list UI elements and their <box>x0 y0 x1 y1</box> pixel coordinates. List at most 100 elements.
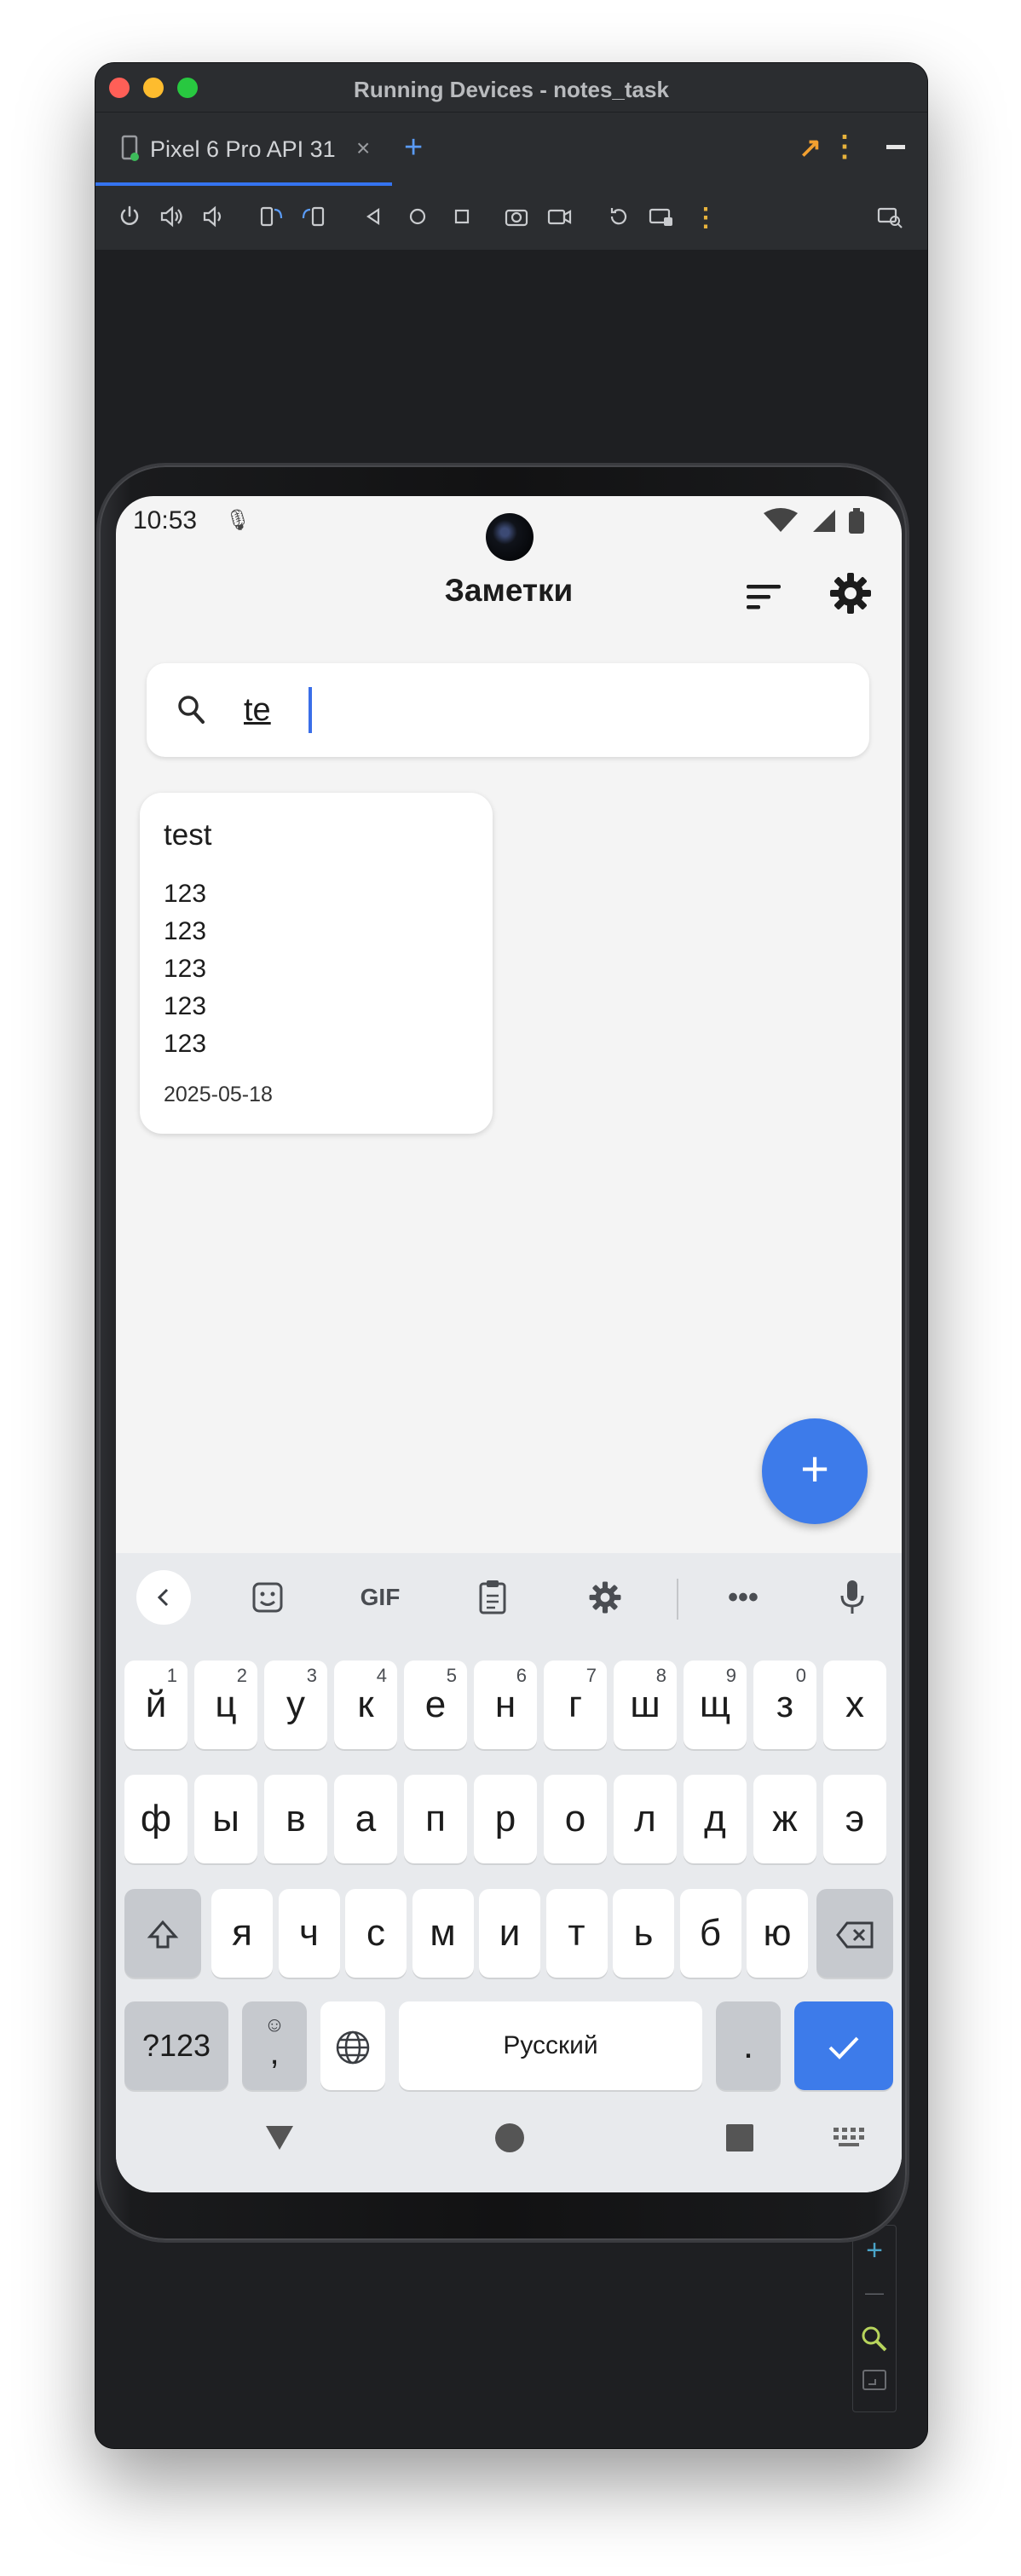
zoom-out-button[interactable]: — <box>853 2282 896 2304</box>
symbols-key[interactable]: ?123 <box>124 2001 228 2090</box>
backspace-key[interactable] <box>816 1889 893 1978</box>
note-content-line: 123 <box>164 917 207 945</box>
key-label: н <box>494 1684 516 1725</box>
key[interactable]: а <box>334 1775 397 1863</box>
add-device-tab-button[interactable]: + <box>404 130 423 166</box>
key[interactable]: э <box>823 1775 886 1863</box>
key[interactable]: ы <box>194 1775 257 1863</box>
period-key[interactable]: . <box>716 2001 781 2090</box>
screen-record-icon[interactable] <box>545 203 573 230</box>
key[interactable]: я <box>211 1889 273 1978</box>
tab-options-icon[interactable]: ⋮ <box>830 130 859 164</box>
shift-key[interactable] <box>124 1889 201 1978</box>
keyboard-switcher-icon[interactable] <box>832 2124 868 2150</box>
nav-recents-icon[interactable] <box>723 2121 757 2155</box>
key[interactable]: р <box>474 1775 537 1863</box>
tab-close-icon[interactable]: × <box>356 135 370 162</box>
key[interactable]: б <box>679 1889 741 1978</box>
key-label: й <box>145 1684 167 1725</box>
key[interactable]: м <box>412 1889 474 1978</box>
sort-icon[interactable] <box>743 580 784 614</box>
more-icon[interactable]: ⋮ <box>692 203 719 232</box>
chevron-left-icon[interactable] <box>136 1570 191 1625</box>
sticker-icon[interactable] <box>242 1575 293 1620</box>
search-bar[interactable] <box>147 663 869 757</box>
volume-down-icon[interactable] <box>201 203 228 230</box>
overview-icon[interactable] <box>448 203 476 230</box>
device-icon <box>121 135 139 161</box>
volume-up-icon[interactable] <box>159 203 186 230</box>
device-mirroring-icon[interactable] <box>876 203 903 230</box>
nav-home-icon[interactable] <box>493 2121 527 2155</box>
search-icon <box>178 696 205 724</box>
rotate-right-icon[interactable] <box>300 203 327 230</box>
emulator-toolbar: ⋮ <box>95 186 927 251</box>
key-label: у <box>286 1684 305 1725</box>
rotate-left-icon[interactable] <box>257 203 285 230</box>
key[interactable]: е5 <box>404 1661 467 1749</box>
zoom-in-button[interactable]: + <box>853 2234 896 2267</box>
key[interactable]: ф <box>124 1775 187 1863</box>
key[interactable]: щ9 <box>684 1661 747 1749</box>
key[interactable]: з0 <box>753 1661 816 1749</box>
key[interactable]: т <box>545 1889 608 1978</box>
key[interactable]: ц2 <box>194 1661 257 1749</box>
gear-icon[interactable] <box>828 571 873 615</box>
screenshot-icon[interactable] <box>503 203 530 230</box>
key[interactable]: л <box>614 1775 677 1863</box>
key[interactable]: ш8 <box>614 1661 677 1749</box>
power-icon[interactable] <box>116 203 143 230</box>
key[interactable]: г7 <box>544 1661 607 1749</box>
key[interactable]: ж <box>753 1775 816 1863</box>
note-content-line: 123 <box>164 880 207 908</box>
key[interactable]: х <box>823 1661 886 1749</box>
key[interactable]: п <box>404 1775 467 1863</box>
language-key[interactable] <box>320 2001 385 2090</box>
search-input[interactable] <box>244 685 840 735</box>
key[interactable]: д <box>684 1775 747 1863</box>
note-card[interactable]: test 123 123 123 123 123 2025-05-18 <box>140 793 493 1134</box>
key[interactable]: с <box>345 1889 407 1978</box>
actual-size-icon[interactable] <box>853 2369 896 2395</box>
microphone-icon[interactable] <box>827 1575 878 1620</box>
key[interactable]: к4 <box>334 1661 397 1749</box>
key[interactable]: ч <box>278 1889 340 1978</box>
gif-button[interactable]: GIF <box>346 1575 414 1620</box>
key[interactable]: и <box>479 1889 540 1978</box>
system-nav-bar <box>116 2099 902 2192</box>
status-time: 10:53 <box>133 506 198 534</box>
key-label: ц <box>215 1684 237 1725</box>
key-hint: 1 <box>166 1665 177 1686</box>
reset-icon[interactable] <box>605 203 632 230</box>
done-key[interactable] <box>794 2001 893 2090</box>
clipboard-icon[interactable] <box>467 1575 518 1620</box>
soft-keyboard: GIF ••• й1ц2у3к4е5н6г7ш8щ9з0х фывапролдж… <box>116 1553 902 2192</box>
space-key[interactable]: Русский <box>399 2001 702 2090</box>
key-hint: 8 <box>655 1665 666 1686</box>
key-hint: 7 <box>585 1665 597 1686</box>
keyboard-input-icon[interactable] <box>648 203 675 230</box>
tab-pixel-6-pro[interactable]: Pixel 6 Pro API 31 × <box>95 113 392 186</box>
add-note-button[interactable]: + <box>762 1418 868 1524</box>
key[interactable]: у3 <box>264 1661 327 1749</box>
key-hint: 0 <box>795 1665 806 1686</box>
key[interactable]: ю <box>747 1889 808 1978</box>
back-icon[interactable] <box>360 203 387 230</box>
hide-panel-icon[interactable] <box>886 145 905 149</box>
home-icon[interactable] <box>404 203 431 230</box>
key[interactable]: ь <box>613 1889 674 1978</box>
key[interactable]: в <box>264 1775 327 1863</box>
zoom-fit-icon[interactable] <box>853 2325 896 2358</box>
float-window-icon[interactable]: ↗ <box>799 131 822 164</box>
nav-back-icon[interactable] <box>262 2121 297 2155</box>
more-options-icon[interactable]: ••• <box>718 1575 769 1620</box>
keyboard-settings-icon[interactable] <box>580 1575 631 1620</box>
note-content-line: 123 <box>164 1030 207 1058</box>
mic-indicator-icon: 🎙 <box>225 509 251 532</box>
key-label: к <box>357 1684 374 1725</box>
status-bar: 10:53 🎙 <box>116 496 902 561</box>
key[interactable]: н6 <box>474 1661 537 1749</box>
key[interactable]: й1 <box>124 1661 187 1749</box>
key[interactable]: о <box>544 1775 607 1863</box>
emoji-comma-key[interactable]: ☺ , <box>242 2001 307 2090</box>
